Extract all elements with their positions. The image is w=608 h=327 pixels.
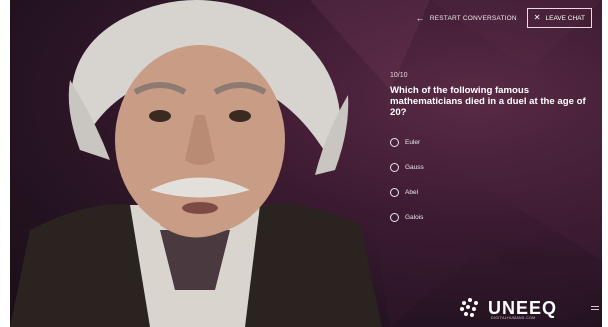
uneeq-logo-icon bbox=[460, 298, 478, 317]
radio-button[interactable] bbox=[390, 138, 399, 147]
brand-tagline: DIGITALHUMANS.COM bbox=[491, 316, 536, 320]
radio-button[interactable] bbox=[390, 163, 399, 172]
quiz-panel: 10/10 Which of the following famous math… bbox=[390, 72, 590, 230]
option-label: Euler bbox=[405, 139, 421, 146]
option-label: Gauss bbox=[405, 164, 424, 171]
option-galois[interactable]: Galois bbox=[390, 205, 590, 230]
restart-conversation-button[interactable]: ← RESTART CONVERSATION bbox=[415, 12, 517, 23]
answer-options: Euler Gauss Abel Galois bbox=[390, 130, 590, 230]
leave-chat-label: LEAVE CHAT bbox=[545, 14, 586, 22]
leave-chat-button[interactable]: ✕ LEAVE CHAT bbox=[526, 8, 592, 28]
app-frame: ← RESTART CONVERSATION ✕ LEAVE CHAT 10/1… bbox=[10, 0, 602, 327]
top-bar: ← RESTART CONVERSATION ✕ LEAVE CHAT bbox=[416, 8, 592, 28]
brand-logo: UNEEQ DIGITALHUMANS.COM bbox=[458, 297, 557, 320]
close-icon: ✕ bbox=[533, 13, 541, 22]
menu-icon[interactable] bbox=[591, 306, 599, 312]
question-progress: 10/10 bbox=[390, 72, 408, 79]
option-gauss[interactable]: Gauss bbox=[390, 155, 590, 180]
option-abel[interactable]: Abel bbox=[390, 180, 590, 205]
avatar bbox=[10, 0, 382, 327]
restart-conversation-label: RESTART CONVERSATION bbox=[429, 14, 517, 22]
option-label: Abel bbox=[405, 189, 419, 196]
option-euler[interactable]: Euler bbox=[390, 130, 590, 155]
option-label: Galois bbox=[405, 214, 424, 221]
question-text: Which of the following famous mathematic… bbox=[390, 85, 586, 118]
radio-button[interactable] bbox=[390, 188, 399, 197]
arrow-left-icon: ← bbox=[415, 12, 425, 23]
radio-button[interactable] bbox=[390, 213, 399, 222]
